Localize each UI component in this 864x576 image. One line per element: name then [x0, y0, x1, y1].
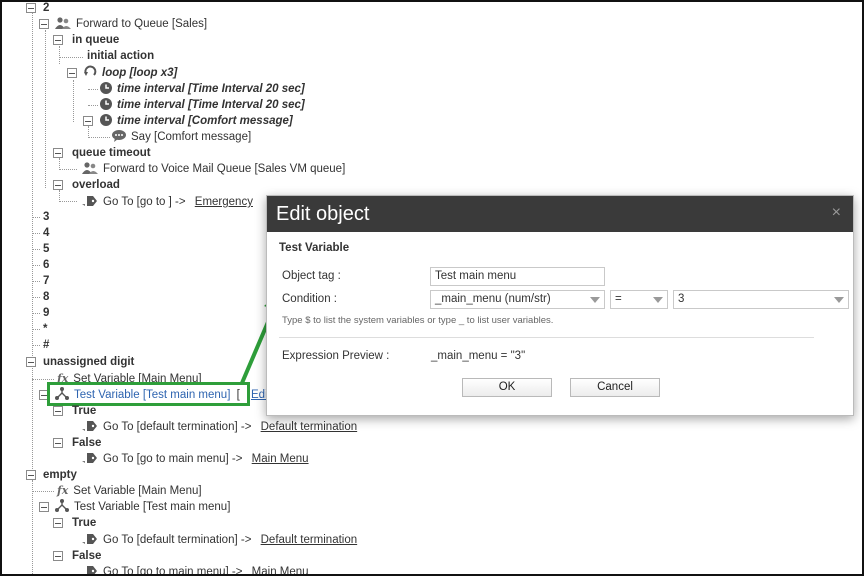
- expression-preview-label: Expression Preview :: [282, 350, 390, 362]
- condition-hint: Type $ to list the system variables or t…: [282, 315, 554, 326]
- condition-value-select[interactable]: 3: [673, 290, 849, 309]
- ok-button[interactable]: OK: [462, 378, 552, 397]
- condition-variable-select[interactable]: _main_menu (num/str): [430, 290, 605, 309]
- condition-label: Condition :: [282, 293, 337, 305]
- object-tag-label: Object tag :: [282, 270, 341, 282]
- select-value: _main_menu (num/str): [435, 293, 551, 305]
- divider: [279, 337, 814, 338]
- select-value: 3: [678, 293, 685, 305]
- condition-operator-select[interactable]: =: [610, 290, 668, 309]
- dialog-header: Edit object ×: [267, 196, 853, 232]
- dialog-title: Edit object: [276, 203, 370, 225]
- select-value: =: [615, 293, 622, 305]
- expression-preview-value: _main_menu = "3": [431, 350, 526, 362]
- dialog-subtitle: Test Variable: [279, 242, 350, 254]
- chevron-down-icon: [590, 297, 600, 303]
- chevron-down-icon: [653, 297, 663, 303]
- edit-object-dialog: Edit object × Test Variable Object tag :…: [266, 195, 854, 416]
- chevron-down-icon: [834, 297, 844, 303]
- close-icon[interactable]: ×: [832, 204, 841, 222]
- cancel-button[interactable]: Cancel: [570, 378, 660, 397]
- tree-panel: 2 Forward to Queue [Sales] in queue init…: [0, 0, 864, 576]
- object-tag-input[interactable]: Test main menu: [430, 267, 605, 286]
